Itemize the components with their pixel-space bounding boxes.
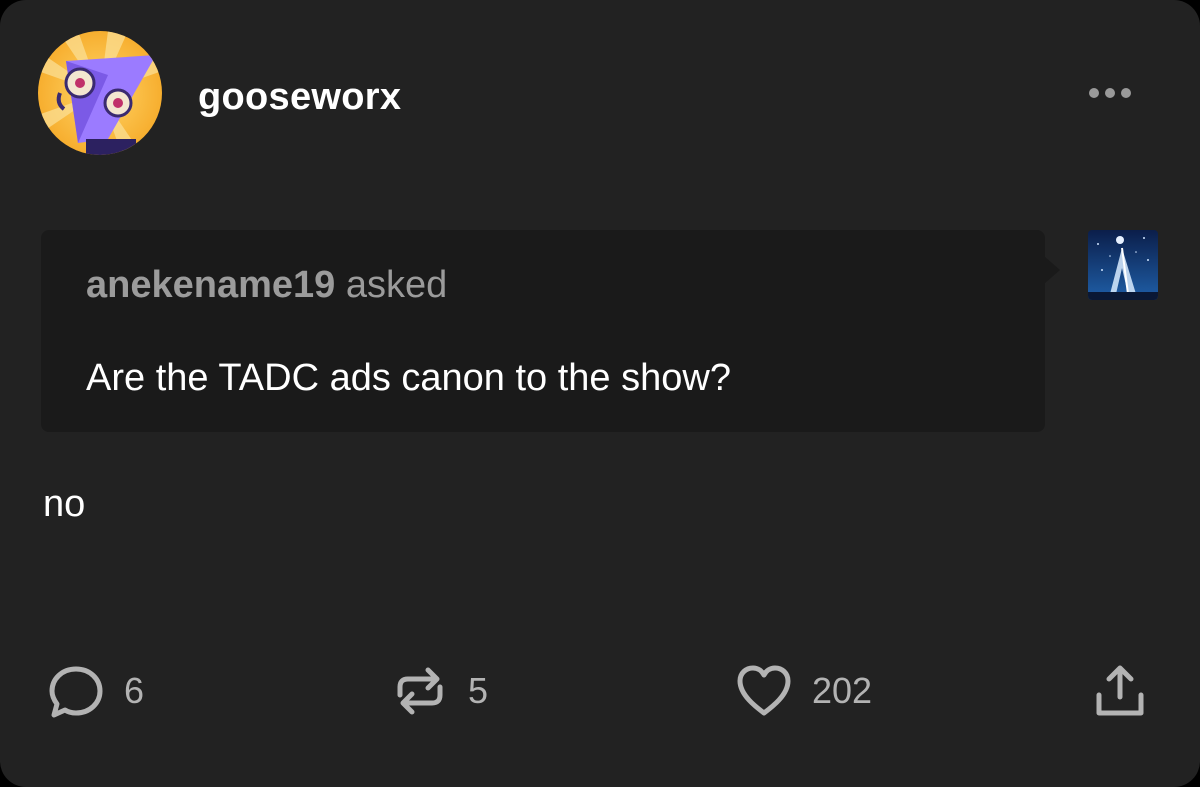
more-options-icon[interactable] <box>1078 76 1142 110</box>
ask-question: Are the TADC ads canon to the show? <box>86 357 731 399</box>
reply-button[interactable]: 6 <box>46 660 144 722</box>
asker-name[interactable]: anekename19 <box>86 264 335 306</box>
reblog-count: 5 <box>468 670 489 711</box>
speech-bubble-icon <box>46 661 106 721</box>
reblog-arrows-icon <box>390 661 450 721</box>
ask-bubble-tail <box>1044 256 1060 284</box>
blog-username[interactable]: gooseworx <box>198 70 401 124</box>
share-upload-icon <box>1090 661 1150 721</box>
heart-icon <box>734 661 794 721</box>
reply-count: 6 <box>124 670 145 711</box>
like-count: 202 <box>812 670 873 711</box>
reblog-button[interactable]: 5 <box>390 660 488 722</box>
asker-line: anekename19 asked <box>86 262 447 308</box>
answer-text: no <box>43 483 86 525</box>
blog-avatar[interactable] <box>38 31 162 155</box>
asker-avatar[interactable] <box>1088 230 1158 300</box>
asked-label: asked <box>345 264 448 306</box>
post-card: gooseworx anekename19 asked Are the TADC… <box>0 0 1200 787</box>
like-button[interactable]: 202 <box>734 660 872 722</box>
share-button[interactable] <box>1090 660 1150 722</box>
